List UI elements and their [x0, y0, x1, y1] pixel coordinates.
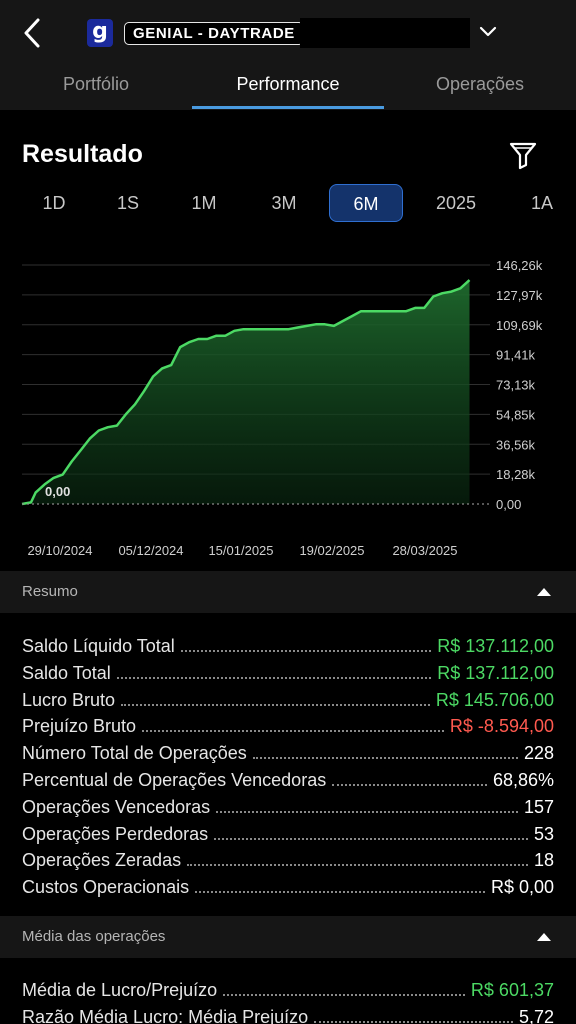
row-value: 53 — [533, 823, 554, 844]
dotted-leader — [214, 837, 528, 840]
row-value: R$ 145.706,00 — [435, 689, 554, 710]
dotted-leader — [314, 1021, 513, 1023]
y-tick-label: 18,28k — [496, 467, 536, 482]
row-value: R$ 137.112,00 — [437, 662, 554, 683]
y-tick-label: 109,69k — [496, 318, 543, 333]
dotted-leader — [180, 650, 432, 652]
filter-icon[interactable] — [508, 140, 538, 170]
dotted-leader — [142, 730, 444, 733]
summary-row: Saldo Líquido Total R$ 137.112,00 — [22, 631, 554, 657]
caret-up-icon[interactable] — [536, 932, 552, 942]
row-label: Média de Lucro/Prejuízo — [22, 980, 218, 1000]
row-label: Percentual de Operações Vencedoras — [22, 770, 327, 790]
summary-row: Custos Operacionais R$ 0,00 — [22, 872, 554, 898]
broker-logo: g — [87, 19, 113, 47]
chevron-left-icon[interactable] — [18, 16, 48, 50]
tab-operacoes[interactable]: Operações — [384, 74, 576, 95]
summary-row: Lucro Bruto R$ 145.706,00 — [22, 685, 554, 711]
period-1a[interactable]: 1A — [520, 184, 564, 222]
row-value: 5,72 — [518, 1007, 554, 1024]
start-value-label: 0,00 — [45, 484, 70, 499]
x-tick-label: 19/02/2025 — [299, 543, 364, 558]
dotted-leader — [195, 891, 485, 894]
y-tick-label: 146,26k — [496, 258, 543, 273]
account-name: GENIAL - DAYTRADE — [133, 25, 295, 42]
chevron-down-icon[interactable] — [478, 24, 498, 40]
row-value: R$ -8.594,00 — [449, 716, 554, 737]
y-tick-label: 73,13k — [496, 378, 536, 393]
tab-portfolio[interactable]: Portfólio — [0, 74, 192, 95]
y-tick-label: 127,97k — [496, 288, 543, 303]
period-1m[interactable]: 1M — [180, 184, 228, 222]
row-label: Lucro Bruto — [22, 689, 116, 710]
summary-row: Saldo Total R$ 137.112,00 — [22, 658, 554, 684]
active-tab-indicator — [192, 106, 384, 109]
row-value: R$ 601,37 — [470, 980, 554, 1000]
period-1s[interactable]: 1S — [104, 184, 152, 222]
summary-row: Média de Lucro/Prejuízo R$ 601,37 — [22, 975, 554, 1001]
section-title: Média das operações — [22, 928, 166, 945]
summary-section-header[interactable]: Resumo — [0, 571, 576, 613]
row-label: Número Total de Operações — [22, 743, 247, 764]
row-label: Prejuízo Bruto — [22, 716, 137, 737]
row-label: Operações Zeradas — [22, 850, 182, 871]
dotted-leader — [332, 784, 487, 786]
y-tick-label: 36,56k — [496, 437, 536, 452]
row-label: Operações Vencedoras — [22, 796, 211, 817]
tab-performance[interactable]: Performance — [192, 74, 384, 95]
caret-up-icon[interactable] — [536, 587, 552, 597]
x-tick-label: 15/01/2025 — [208, 543, 273, 558]
row-value: 68,86% — [492, 770, 554, 790]
summary-row: Número Total de Operações 228 — [22, 738, 554, 764]
summary-row: Percentual de Operações Vencedoras 68,86% — [22, 765, 554, 791]
dotted-leader — [252, 757, 518, 760]
row-label: Saldo Total — [22, 662, 111, 683]
x-tick-label: 05/12/2024 — [118, 543, 183, 558]
account-selector[interactable]: GENIAL - DAYTRADE — [124, 22, 304, 45]
period-6m[interactable]: 6M — [329, 184, 403, 222]
summary-row: Operações Zeradas 18 — [22, 845, 554, 871]
dotted-leader — [187, 864, 528, 867]
y-tick-label: 0,00 — [496, 497, 521, 512]
row-value: 18 — [533, 850, 554, 871]
row-value: R$ 137.112,00 — [437, 636, 554, 656]
row-value: R$ 0,00 — [490, 877, 554, 898]
dotted-leader — [216, 810, 518, 813]
chart-area — [22, 280, 470, 504]
averages-section-header[interactable]: Média das operações — [0, 916, 576, 958]
summary-row: Operações Vencedoras 157 — [22, 792, 554, 818]
period-3m[interactable]: 3M — [260, 184, 308, 222]
dotted-leader — [121, 703, 430, 706]
x-tick-label: 29/10/2024 — [27, 543, 92, 558]
page-title: Resultado — [22, 140, 143, 168]
summary-row: Razão Média Lucro: Média Prejuízo 5,72 — [22, 1002, 554, 1024]
row-value: 157 — [523, 796, 554, 817]
result-chart: 146,26k 127,97k 109,69k 91,41k 73,13k 54,85k 3… — [21, 258, 543, 558]
section-title: Resumo — [22, 583, 78, 600]
period-1d[interactable]: 1D — [30, 184, 78, 222]
dotted-leader — [116, 676, 432, 679]
redacted-area — [300, 18, 470, 48]
period-2025[interactable]: 2025 — [426, 184, 486, 222]
top-bar: g GENIAL - DAYTRADE — [0, 0, 576, 64]
tab-bar: Portfólio Performance Operações — [0, 64, 576, 110]
row-value: 228 — [523, 743, 554, 764]
y-tick-label: 54,85k — [496, 407, 536, 422]
row-label: Razão Média Lucro: Média Prejuízo — [22, 1007, 309, 1024]
row-label: Operações Perdedoras — [22, 823, 209, 844]
summary-row: Operações Perdedoras 53 — [22, 819, 554, 845]
dotted-leader — [223, 994, 465, 996]
x-tick-label: 28/03/2025 — [392, 543, 457, 558]
y-tick-label: 91,41k — [496, 348, 536, 363]
row-label: Saldo Líquido Total — [22, 636, 175, 656]
row-label: Custos Operacionais — [22, 877, 190, 898]
summary-row: Prejuízo Bruto R$ -8.594,00 — [22, 711, 554, 737]
